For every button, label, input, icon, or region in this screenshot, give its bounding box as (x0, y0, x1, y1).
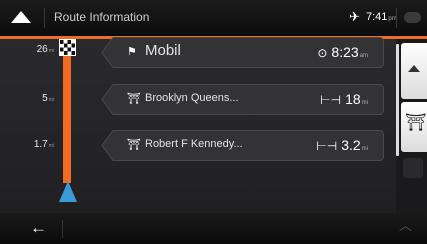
toll-icon: ⛩ (127, 93, 141, 105)
toll-icon: ⛩ (405, 113, 427, 132)
top-bar: Route Information ✈ 7:41pm (0, 0, 427, 36)
distance-icon: ⊢⊣ (320, 93, 342, 107)
page-title: Route Information (54, 10, 150, 24)
route-item-toll[interactable]: ⛩ Robert F Kennedy... ⊢⊣ 3.2mi (101, 130, 384, 161)
toll-icon: ⛩ (127, 139, 141, 151)
clock-time: 7:41pm (366, 11, 397, 23)
scrollbar[interactable] (396, 44, 399, 156)
route-item-name: Brooklyn Queens... (145, 92, 239, 104)
time-value: 7:41 (366, 11, 388, 23)
distance-label: 5mi (42, 93, 54, 104)
chevron-up-icon[interactable]: ︿ (399, 215, 412, 234)
toll-filter-button[interactable]: ⛩ (401, 102, 427, 152)
back-arrow-icon[interactable]: ← (30, 218, 47, 238)
destination-flag-icon: ⚑ (127, 46, 137, 58)
scroll-up-button[interactable] (401, 43, 427, 99)
gps-signal-icon: ✈ (349, 9, 360, 24)
divider (62, 220, 63, 238)
current-position-arrow-icon (59, 181, 77, 202)
route-item-destination[interactable]: ⚑ Mobil ⊙ 8:23am (101, 37, 384, 68)
distance-label: 1.7mi (33, 139, 54, 150)
route-item-toll[interactable]: ⛩ Brooklyn Queens... ⊢⊣ 18mi (101, 84, 384, 115)
clock-icon: ⊙ (317, 46, 328, 60)
route-item-value: ⊢⊣ 18mi (320, 91, 368, 107)
up-arrow-icon (408, 65, 420, 72)
route-item-name: Mobil (145, 42, 181, 59)
route-progress-track (63, 48, 71, 183)
distance-label: 26mi (36, 44, 54, 55)
destination-flag-icon (59, 39, 76, 56)
menu-up-arrow-icon[interactable] (11, 11, 31, 23)
route-item-value: ⊢⊣ 3.2mi (316, 137, 368, 153)
message-icon[interactable] (404, 12, 421, 23)
route-item-name: Robert F Kennedy... (145, 138, 243, 150)
divider (44, 8, 45, 28)
distance-icon: ⊢⊣ (316, 139, 338, 153)
route-item-value: ⊙ 8:23am (317, 44, 368, 60)
divider (396, 8, 397, 28)
disabled-button (403, 158, 423, 178)
bottom-bar: ← ︿ (0, 213, 427, 244)
